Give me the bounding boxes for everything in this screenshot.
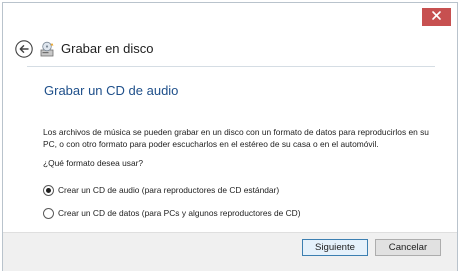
audio-cd-radio[interactable]: [43, 185, 54, 196]
radio-selected-dot: [46, 188, 51, 193]
dialog-header: Grabar en disco: [14, 38, 314, 60]
data-cd-radio[interactable]: [43, 208, 54, 219]
dialog-title: Grabar en disco: [61, 41, 154, 56]
description-text: Los archivos de música se pueden grabar …: [43, 127, 429, 149]
format-question: ¿Qué formato desea usar?: [43, 158, 144, 168]
back-button[interactable]: [14, 39, 34, 59]
next-button[interactable]: Siguiente: [302, 239, 368, 256]
button-bar: Siguiente Cancelar: [3, 232, 457, 271]
audio-cd-label[interactable]: Crear un CD de audio (para reproductores…: [58, 184, 279, 196]
close-button[interactable]: [422, 8, 451, 26]
close-icon: [432, 11, 441, 20]
burn-disc-icon: [40, 41, 54, 57]
data-cd-label[interactable]: Crear un CD de datos (para PCs y algunos…: [58, 207, 301, 219]
page-heading: Grabar un CD de audio: [44, 83, 179, 98]
burn-disc-dialog: Grabar en disco Grabar un CD de audio Lo…: [2, 2, 458, 271]
wizard-content: Grabar un CD de audio Los archivos de mú…: [27, 66, 435, 232]
back-arrow-icon: [15, 40, 33, 58]
cancel-button[interactable]: Cancelar: [375, 239, 441, 256]
